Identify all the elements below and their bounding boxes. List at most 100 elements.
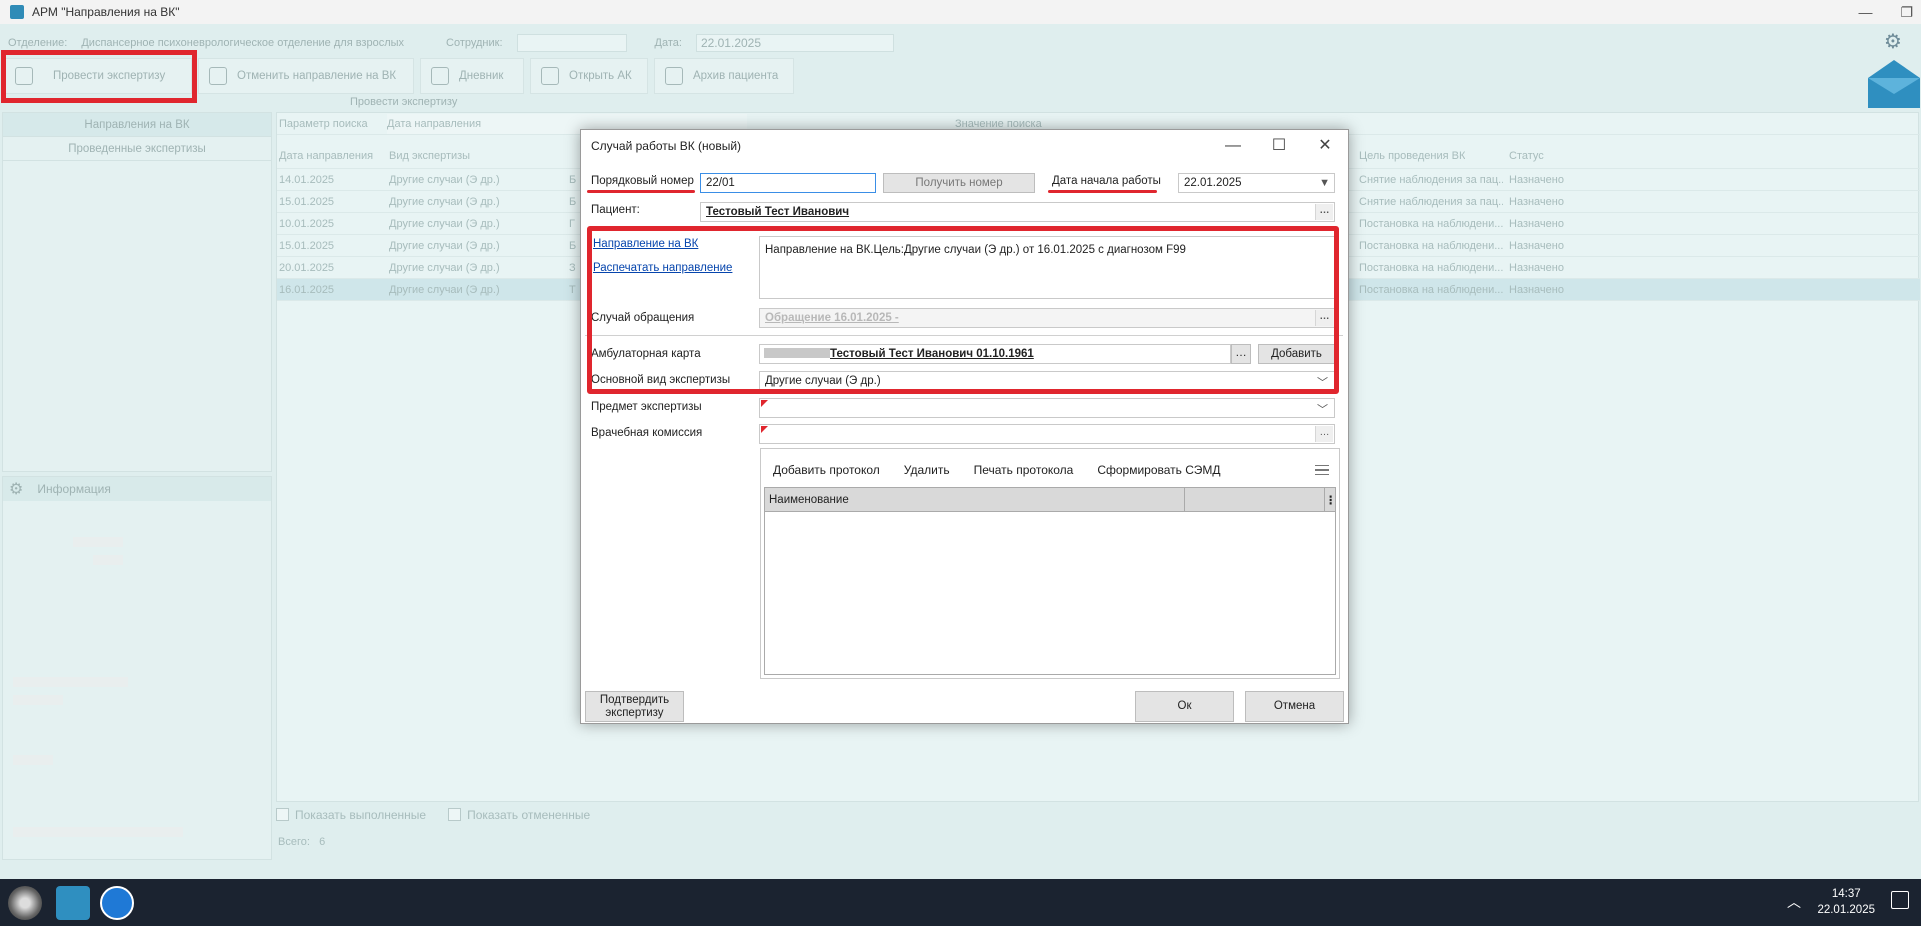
gear-icon[interactable]: ⚙ [1882,31,1904,53]
cell-date: 20.01.2025 [279,261,335,274]
start-fingerprint-icon[interactable] [8,886,42,920]
accessibility-icon[interactable] [100,886,134,920]
cell-status: Назначено [1509,217,1564,230]
show-done-checkbox[interactable]: Показать выполненные [276,808,426,822]
delete-protocol-button[interactable]: Удалить [904,463,950,477]
redacted-block [93,555,123,565]
redacted-block [13,677,128,687]
employee-field[interactable] [516,34,627,52]
confirm-exam-button[interactable]: Подтвердить экспертизу [585,691,684,722]
patient-field[interactable]: Тестовый Тест Иванович … [700,202,1335,222]
department-label: Отделение: [8,37,68,49]
show-cancelled-label: Показать отмененные [467,808,591,822]
cell-extra: Б [569,195,577,208]
cell-date: 16.01.2025 [279,283,335,296]
ellipsis-button[interactable]: … [1315,426,1333,442]
cell-kind: Другие случаи (Э др.) [389,261,500,274]
cell-goal: Снятие наблюдения за пац... [1359,173,1503,186]
tray-chevron-icon[interactable]: ︿ [1787,892,1801,912]
date-field[interactable]: 22.01.2025 [695,34,894,52]
cell-goal: Снятие наблюдения за пац... [1359,195,1503,208]
restore-icon[interactable]: ❐ [1900,0,1913,24]
show-cancelled-checkbox[interactable]: Показать отмененные [448,808,590,822]
medical-commission-field[interactable]: … [759,424,1335,444]
tab-conducted-exams[interactable]: Проведенные экспертизы [3,137,271,161]
dropdown-arrow-icon[interactable]: ▼ [1319,174,1330,192]
highlight-frame-referral [587,226,1339,394]
show-done-label: Показать выполненные [295,808,427,822]
app-title: АРМ "Направления на ВК" [32,5,180,19]
cell-status: Назначено [1509,239,1564,252]
generate-semd-button[interactable]: Сформировать СЭМД [1097,463,1220,477]
required-marker-icon [761,400,768,407]
redacted-block [73,537,123,547]
column-menu-icon[interactable]: ⋮ [1325,493,1337,507]
taskbar-clock[interactable]: 14:37 22.01.2025 [1817,886,1875,918]
cell-kind: Другие случаи (Э др.) [389,173,500,186]
total-value: 6 [319,836,326,848]
open-ak-button[interactable]: Открыть АК [530,58,648,94]
protocol-table-header: Наименование ⋮ [765,487,1337,512]
app-people-icon[interactable] [56,886,90,920]
cell-extra: З [569,261,576,274]
print-protocol-button[interactable]: Печать протокола [974,463,1074,477]
department-value[interactable]: Диспансерное психоневрологическое отделе… [81,37,404,49]
minimize-icon[interactable]: — [1210,130,1256,162]
protocol-toolbar: Добавить протокол Удалить Печать протоко… [773,463,1221,477]
col-header-name[interactable]: Наименование [765,487,1185,512]
redacted-block [13,827,183,837]
cancel-referral-button[interactable]: Отменить направление на ВК [198,58,414,94]
search-value-label: Значение поиска [955,117,1042,130]
dialog-title: Случай работы ВК (новый) [591,139,742,153]
grid-footer: Показать выполненные Показать отмененные [276,808,590,822]
app-logo-icon [10,5,24,19]
order-number-input[interactable]: 22/01 [700,173,876,193]
exam-subject-label: Предмет экспертизы [591,401,702,413]
cell-goal: Постановка на наблюдени... [1359,283,1503,296]
cell-kind: Другие случаи (Э др.) [389,283,500,296]
ellipsis-button[interactable]: … [1315,204,1333,220]
gear-icon[interactable]: ⚙ [9,479,23,499]
notification-icon[interactable] [1891,891,1909,909]
cell-extra: Б [569,239,577,252]
col-header-empty [1185,487,1325,512]
cell-extra: Г [569,217,575,230]
hamburger-menu-icon[interactable] [1315,465,1329,475]
patient-archive-button[interactable]: Архив пациента [654,58,794,94]
patient-label: Пациент: [591,204,640,216]
patient-archive-label: Архив пациента [693,70,779,82]
cell-date: 10.01.2025 [279,217,335,230]
chevron-down-icon[interactable]: ﹀ [1317,401,1328,417]
col-header-goal[interactable]: Цель проведения ВК [1359,150,1465,162]
col-header-date[interactable]: Дата направления [279,150,373,162]
cell-date: 15.01.2025 [279,195,335,208]
col-header-status[interactable]: Статус [1509,150,1544,162]
get-number-button[interactable]: Получить номер [883,173,1035,193]
medical-commission-label: Врачебная комиссия [591,427,703,439]
redacted-block [13,755,53,765]
ok-button[interactable]: Ок [1135,691,1234,722]
maximize-icon[interactable]: ☐ [1256,130,1302,162]
exam-subject-select[interactable]: ﹀ [759,398,1335,418]
protocol-panel: Добавить протокол Удалить Печать протоко… [760,448,1340,679]
col-header-kind[interactable]: Вид экспертизы [389,150,470,162]
cancel-referral-label: Отменить направление на ВК [237,70,397,82]
start-date-label: Дата начала работы [1052,175,1161,187]
diary-button[interactable]: Дневник [420,58,524,94]
total-label: Всего: [278,836,310,848]
cell-goal: Постановка на наблюдени... [1359,261,1503,274]
archive-box-icon [541,67,559,85]
cell-status: Назначено [1509,261,1564,274]
envelope-icon[interactable] [1868,60,1920,108]
add-protocol-button[interactable]: Добавить протокол [773,463,880,477]
tab-referrals[interactable]: Направления на ВК [3,113,271,137]
minimize-icon[interactable]: — [1858,0,1872,24]
clock-date: 22.01.2025 [1817,904,1875,916]
cell-extra: Б [569,173,577,186]
close-icon[interactable]: ✕ [1302,130,1348,162]
start-date-field[interactable]: 22.01.2025 ▼ [1178,173,1335,193]
diary-label: Дневник [459,70,504,82]
start-date-value: 22.01.2025 [1184,177,1242,189]
date-label: Дата: [654,37,682,49]
cancel-button[interactable]: Отмена [1245,691,1344,722]
